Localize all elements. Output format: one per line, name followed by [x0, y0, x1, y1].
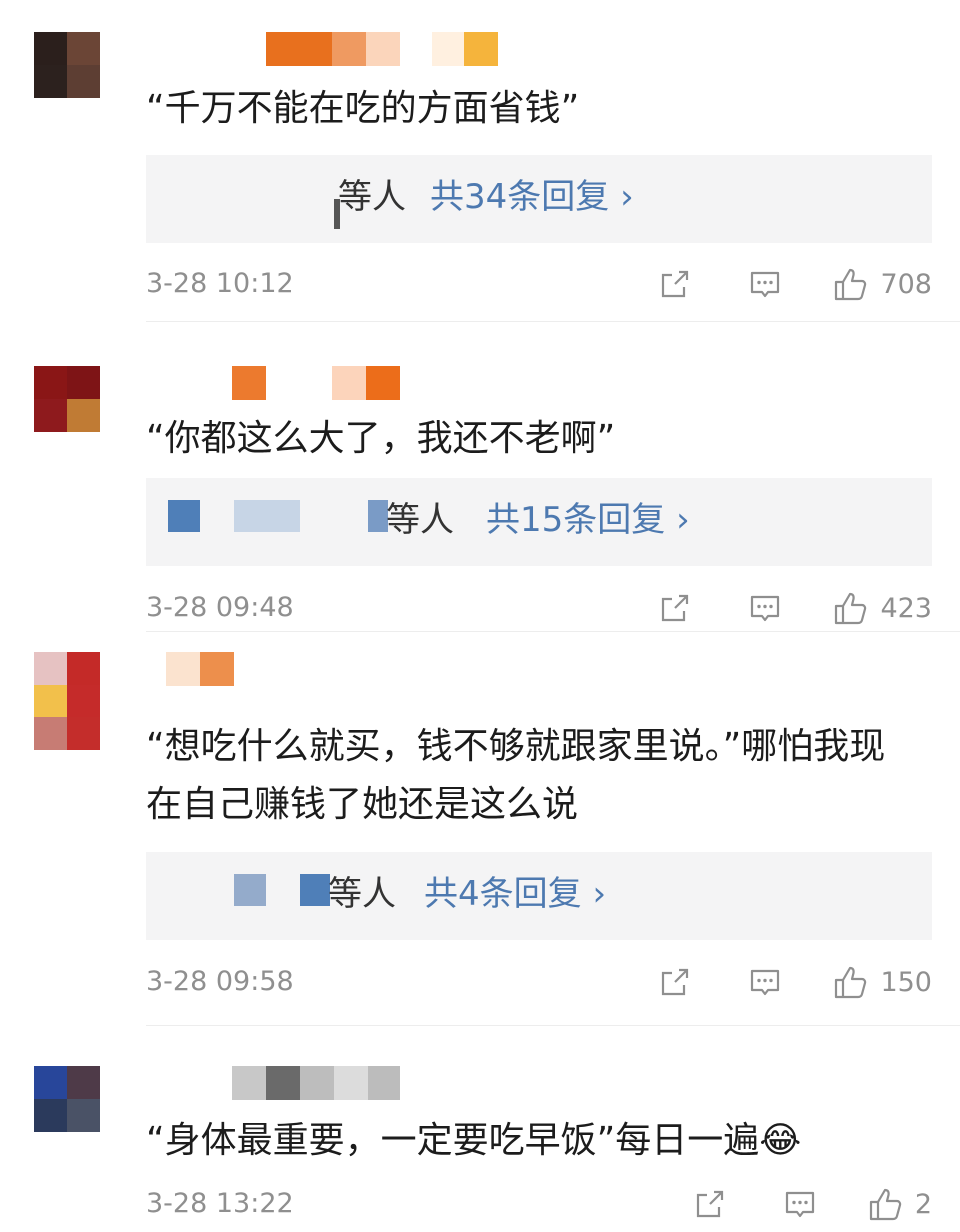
comment-meta: 3-28 13:22 2: [146, 1184, 932, 1224]
username-pixelated[interactable]: [232, 1066, 400, 1100]
share-button[interactable]: [693, 1187, 727, 1221]
like-count: 2: [914, 1188, 932, 1220]
comment-text: “身体最重要，一定要吃早饭”每日一遍😂: [146, 1120, 802, 1161]
comment-item: “身体最重要，一定要吃早饭”每日一遍😂 3-28 13:22 2: [0, 0, 960, 1232]
avatar[interactable]: [34, 1066, 100, 1132]
like-button[interactable]: 2: [867, 1185, 932, 1223]
comment-icon: [785, 1191, 814, 1218]
comment-actions: 2: [693, 1184, 932, 1224]
share-icon: [696, 1190, 723, 1218]
comment-date: 3-28 13:22: [146, 1188, 294, 1219]
like-icon: [869, 1188, 902, 1221]
reply-button[interactable]: [783, 1187, 817, 1221]
